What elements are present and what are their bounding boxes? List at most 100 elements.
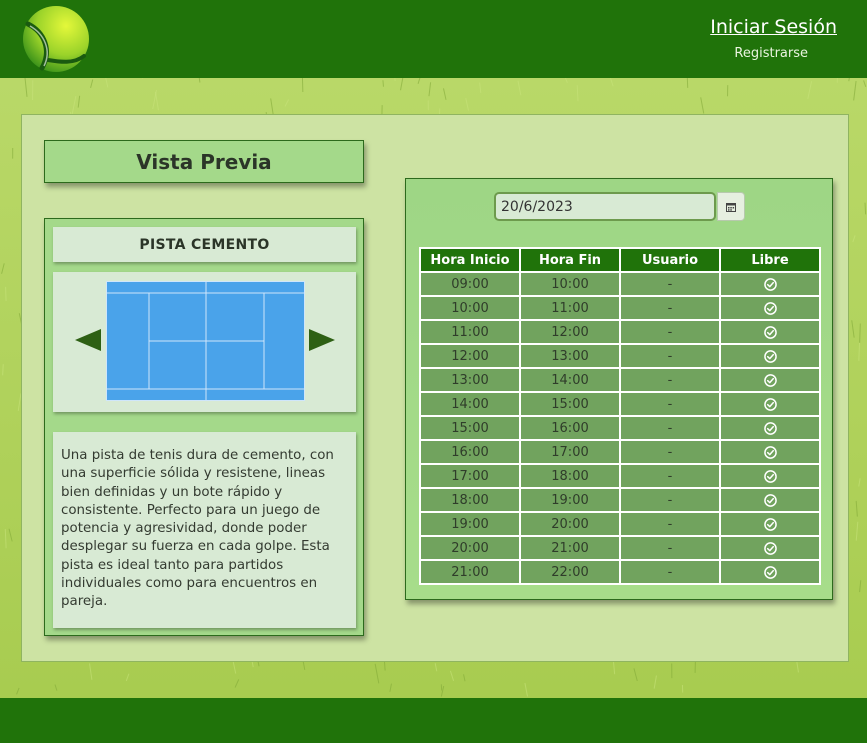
arrow-left-icon[interactable] [75, 329, 101, 351]
free-cell[interactable] [719, 295, 821, 321]
end-time-cell: 13:00 [519, 343, 621, 369]
start-time-cell: 17:00 [419, 463, 521, 489]
free-cell[interactable] [719, 535, 821, 561]
user-cell: - [619, 271, 721, 297]
end-time-cell: 15:00 [519, 391, 621, 417]
table-row[interactable]: 10:00 11:00- [419, 295, 821, 321]
free-cell[interactable] [719, 343, 821, 369]
end-time-cell: 16:00 [519, 415, 621, 441]
check-circle-icon[interactable] [763, 421, 777, 435]
check-circle-icon[interactable] [763, 325, 777, 339]
user-cell: - [619, 559, 721, 585]
column-header-free: Libre [719, 247, 821, 273]
end-time-cell: 20:00 [519, 511, 621, 537]
court-card: PISTA CEMENTO Una pista de tenis dura de… [44, 218, 364, 636]
start-time-cell: 20:00 [419, 535, 521, 561]
user-cell: - [619, 319, 721, 345]
end-time-cell: 18:00 [519, 463, 621, 489]
user-cell: - [619, 295, 721, 321]
free-cell[interactable] [719, 487, 821, 513]
start-time-cell: 10:00 [419, 295, 521, 321]
arrow-right-icon[interactable] [309, 329, 335, 351]
column-header-end: Hora Fin [519, 247, 621, 273]
start-time-cell: 09:00 [419, 271, 521, 297]
free-cell[interactable] [719, 463, 821, 489]
user-cell: - [619, 415, 721, 441]
check-circle-icon[interactable] [763, 493, 777, 507]
table-row[interactable]: 13:00 14:00- [419, 367, 821, 393]
end-time-cell: 21:00 [519, 535, 621, 561]
schedule-card: Hora Inicio Hora Fin Usuario Libre 09:00… [405, 178, 833, 600]
check-circle-icon[interactable] [763, 565, 777, 579]
court-image [106, 281, 305, 401]
check-circle-icon[interactable] [763, 541, 777, 555]
table-row[interactable]: 16:00 17:00- [419, 439, 821, 465]
user-cell: - [619, 463, 721, 489]
start-time-cell: 16:00 [419, 439, 521, 465]
header-bar: Iniciar Sesión Registrarse [0, 0, 867, 78]
register-link[interactable]: Registrarse [734, 46, 808, 61]
end-time-cell: 11:00 [519, 295, 621, 321]
column-header-start: Hora Inicio [419, 247, 521, 273]
schedule-table: Hora Inicio Hora Fin Usuario Libre 09:00… [419, 247, 821, 585]
start-time-cell: 14:00 [419, 391, 521, 417]
check-circle-icon[interactable] [763, 445, 777, 459]
table-row[interactable]: 14:00 15:00- [419, 391, 821, 417]
end-time-cell: 22:00 [519, 559, 621, 585]
check-circle-icon[interactable] [763, 277, 777, 291]
calendar-icon[interactable] [717, 192, 745, 221]
start-time-cell: 13:00 [419, 367, 521, 393]
free-cell[interactable] [719, 319, 821, 345]
column-header-user: Usuario [619, 247, 721, 273]
check-circle-icon[interactable] [763, 373, 777, 387]
date-input[interactable] [494, 192, 716, 221]
free-cell[interactable] [719, 511, 821, 537]
end-time-cell: 19:00 [519, 487, 621, 513]
user-cell: - [619, 487, 721, 513]
table-row[interactable]: 12:00 13:00- [419, 343, 821, 369]
check-circle-icon[interactable] [763, 349, 777, 363]
tennis-ball-icon[interactable] [22, 4, 90, 74]
end-time-cell: 14:00 [519, 367, 621, 393]
start-time-cell: 19:00 [419, 511, 521, 537]
free-cell[interactable] [719, 271, 821, 297]
start-time-cell: 21:00 [419, 559, 521, 585]
free-cell[interactable] [719, 367, 821, 393]
user-cell: - [619, 343, 721, 369]
table-row[interactable]: 15:00 16:00- [419, 415, 821, 441]
end-time-cell: 17:00 [519, 439, 621, 465]
check-circle-icon[interactable] [763, 517, 777, 531]
start-time-cell: 12:00 [419, 343, 521, 369]
start-time-cell: 18:00 [419, 487, 521, 513]
user-cell: - [619, 391, 721, 417]
footer-bar [0, 698, 867, 743]
start-time-cell: 15:00 [419, 415, 521, 441]
login-link[interactable]: Iniciar Sesión [710, 16, 837, 38]
table-row[interactable]: 20:00 21:00- [419, 535, 821, 561]
free-cell[interactable] [719, 439, 821, 465]
check-circle-icon[interactable] [763, 397, 777, 411]
free-cell[interactable] [719, 415, 821, 441]
table-row[interactable]: 21:00 22:00- [419, 559, 821, 585]
start-time-cell: 11:00 [419, 319, 521, 345]
table-row[interactable]: 17:00 18:00- [419, 463, 821, 489]
end-time-cell: 12:00 [519, 319, 621, 345]
table-row[interactable]: 09:00 10:00- [419, 271, 821, 297]
end-time-cell: 10:00 [519, 271, 621, 297]
table-header-row: Hora Inicio Hora Fin Usuario Libre [419, 247, 821, 273]
court-name: PISTA CEMENTO [53, 227, 356, 262]
court-description: Una pista de tenis dura de cemento, con … [53, 432, 356, 628]
user-cell: - [619, 511, 721, 537]
user-cell: - [619, 367, 721, 393]
free-cell[interactable] [719, 559, 821, 585]
check-circle-icon[interactable] [763, 469, 777, 483]
table-row[interactable]: 18:00 19:00- [419, 487, 821, 513]
check-circle-icon[interactable] [763, 301, 777, 315]
free-cell[interactable] [719, 391, 821, 417]
user-cell: - [619, 439, 721, 465]
table-row[interactable]: 19:00 20:00- [419, 511, 821, 537]
page-title: Vista Previa [44, 140, 364, 183]
court-carousel [53, 272, 356, 412]
user-cell: - [619, 535, 721, 561]
table-row[interactable]: 11:00 12:00- [419, 319, 821, 345]
